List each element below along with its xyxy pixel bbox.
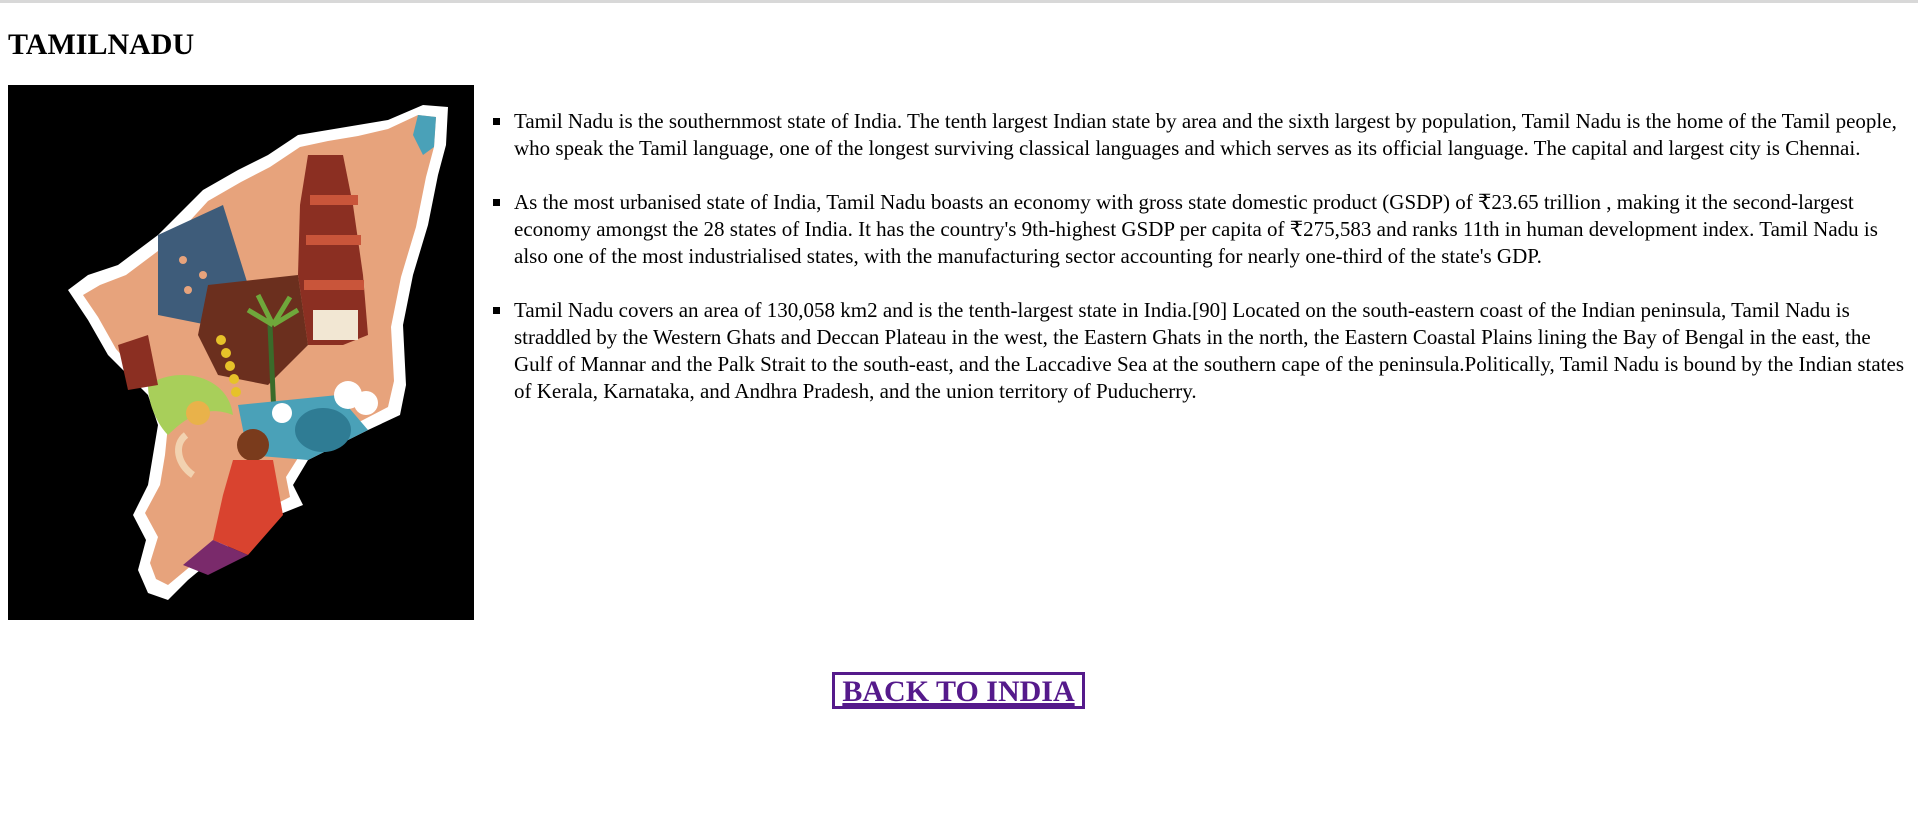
page-title: TAMILNADU <box>8 28 195 61</box>
square-bullet-icon <box>493 199 500 206</box>
tamil-nadu-map-image <box>8 85 474 620</box>
list-item: As the most urbanised state of India, Ta… <box>490 189 1910 270</box>
fact-text: As the most urbanised state of India, Ta… <box>514 190 1878 268</box>
fact-text: Tamil Nadu is the southernmost state of … <box>514 109 1897 160</box>
tamil-nadu-illustrated-map-icon <box>8 85 474 620</box>
square-bullet-icon <box>493 307 500 314</box>
list-item: Tamil Nadu covers an area of 130,058 km2… <box>490 297 1910 405</box>
back-to-india-link[interactable]: BACK TO INDIA <box>832 672 1085 709</box>
list-item: Tamil Nadu is the southernmost state of … <box>490 108 1910 162</box>
square-bullet-icon <box>493 118 500 125</box>
facts-list: Tamil Nadu is the southernmost state of … <box>490 108 1910 432</box>
fact-text: Tamil Nadu covers an area of 130,058 km2… <box>514 298 1904 403</box>
top-divider <box>0 0 1918 3</box>
